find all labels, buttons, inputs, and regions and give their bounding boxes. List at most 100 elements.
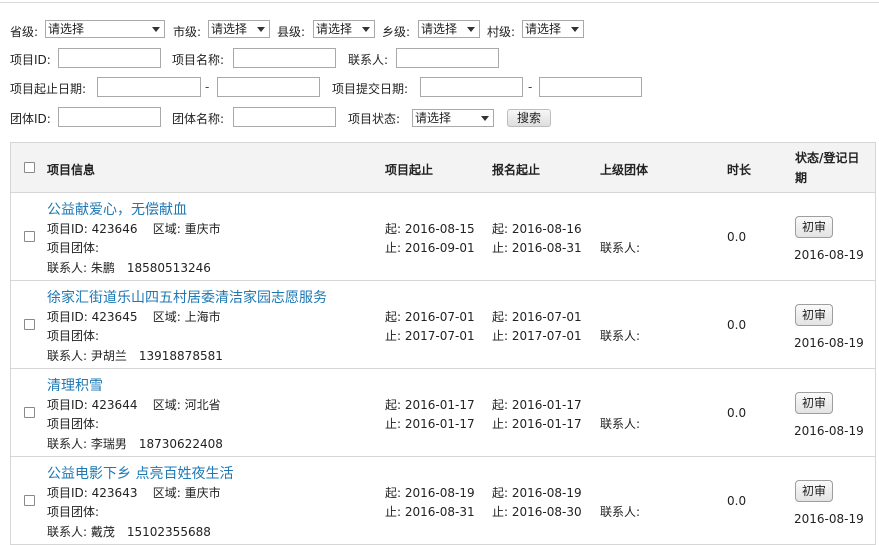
row-checkbox[interactable] bbox=[24, 231, 35, 242]
chevron-down-icon bbox=[362, 27, 370, 32]
parent-group-contact: 联系人: bbox=[600, 241, 641, 255]
review-button[interactable]: 初审 bbox=[795, 480, 833, 502]
duration-value: 0.0 bbox=[727, 406, 747, 420]
header-parent-group: 上级团体 bbox=[600, 163, 649, 177]
register-date: 2016-08-19 bbox=[794, 512, 864, 526]
signup-end: 止: 2016-08-30 bbox=[492, 505, 582, 519]
top-divider bbox=[0, 2, 879, 3]
submit-separator: - bbox=[528, 80, 533, 94]
header-info: 项目信息 bbox=[47, 163, 96, 177]
project-contact-line: 联系人: 尹胡兰 13918878581 bbox=[47, 349, 223, 363]
register-date: 2016-08-19 bbox=[794, 248, 864, 262]
table-row: 清理积雪 项目ID: 423644 区域: 河北省 项目团体: 联系人: 李瑞男… bbox=[11, 369, 875, 457]
row-checkbox[interactable] bbox=[24, 495, 35, 506]
project-contact-line: 联系人: 李瑞男 18730622408 bbox=[47, 437, 223, 451]
duration-value: 0.0 bbox=[727, 230, 747, 244]
header-project-period: 项目起止 bbox=[385, 163, 434, 177]
project-end: 止: 2016-09-01 bbox=[385, 241, 475, 255]
project-id-line: 项目ID: 423645 区域: 上海市 bbox=[47, 310, 221, 324]
county-label: 县级: bbox=[277, 25, 306, 39]
parent-group-contact: 联系人: bbox=[600, 505, 641, 519]
village-label: 村级: bbox=[487, 25, 516, 39]
project-title-link[interactable]: 公益电影下乡 点亮百姓夜生活 bbox=[47, 463, 233, 483]
header-duration: 时长 bbox=[727, 163, 752, 177]
project-end: 止: 2016-08-31 bbox=[385, 505, 475, 519]
project-id-line: 项目ID: 423643 区域: 重庆市 bbox=[47, 486, 221, 500]
duration-value: 0.0 bbox=[727, 318, 747, 332]
select-all-checkbox[interactable] bbox=[24, 162, 35, 173]
project-id-line: 项目ID: 423644 区域: 河北省 bbox=[47, 398, 221, 412]
project-start: 起: 2016-08-15 bbox=[385, 222, 475, 236]
signup-end: 止: 2017-07-01 bbox=[492, 329, 582, 343]
signup-end: 止: 2016-08-31 bbox=[492, 241, 582, 255]
project-id-label: 项目ID: bbox=[10, 53, 51, 67]
register-date: 2016-08-19 bbox=[794, 336, 864, 350]
submit-end-input[interactable] bbox=[539, 77, 642, 97]
header-status: 状态/登记日期 bbox=[795, 151, 860, 185]
town-label: 乡级: bbox=[382, 25, 411, 39]
period-start-input[interactable] bbox=[97, 77, 201, 97]
project-id-input[interactable] bbox=[58, 48, 161, 68]
table-body: 公益献爱心，无偿献血 项目ID: 423646 区域: 重庆市 项目团体: 联系… bbox=[11, 193, 875, 545]
project-end: 止: 2016-01-17 bbox=[385, 417, 475, 431]
chevron-down-icon bbox=[467, 27, 475, 32]
period-end-input[interactable] bbox=[217, 77, 320, 97]
status-label: 项目状态: bbox=[348, 112, 401, 126]
table-row: 公益献爱心，无偿献血 项目ID: 423646 区域: 重庆市 项目团体: 联系… bbox=[11, 193, 875, 281]
province-select[interactable]: 请选择 bbox=[45, 20, 165, 38]
chevron-down-icon bbox=[571, 27, 579, 32]
project-start: 起: 2016-08-19 bbox=[385, 486, 475, 500]
project-contact-line: 联系人: 朱鹏 18580513246 bbox=[47, 261, 211, 275]
project-end: 止: 2017-07-01 bbox=[385, 329, 475, 343]
register-date: 2016-08-19 bbox=[794, 424, 864, 438]
group-name-input[interactable] bbox=[233, 107, 336, 127]
project-group-line: 项目团体: bbox=[47, 417, 100, 431]
project-start: 起: 2016-07-01 bbox=[385, 310, 475, 324]
header-signup-period: 报名起止 bbox=[492, 163, 541, 177]
project-name-input[interactable] bbox=[233, 48, 336, 68]
submit-start-input[interactable] bbox=[420, 77, 523, 97]
review-button[interactable]: 初审 bbox=[795, 392, 833, 414]
project-title-link[interactable]: 徐家汇街道乐山四五村居委清洁家园志愿服务 bbox=[47, 287, 327, 307]
parent-group-contact: 联系人: bbox=[600, 417, 641, 431]
project-title-link[interactable]: 清理积雪 bbox=[47, 375, 103, 395]
city-label: 市级: bbox=[173, 25, 202, 39]
group-id-label: 团体ID: bbox=[10, 112, 51, 126]
project-table: 项目信息 项目起止 报名起止 上级团体 时长 状态/登记日期 公益献爱心，无偿献… bbox=[10, 142, 876, 545]
period-separator: - bbox=[205, 80, 210, 94]
table-row: 公益电影下乡 点亮百姓夜生活 项目ID: 423643 区域: 重庆市 项目团体… bbox=[11, 457, 875, 545]
table-row: 徐家汇街道乐山四五村居委清洁家园志愿服务 项目ID: 423645 区域: 上海… bbox=[11, 281, 875, 369]
status-select[interactable]: 请选择 bbox=[412, 109, 494, 127]
parent-group-contact: 联系人: bbox=[600, 329, 641, 343]
duration-value: 0.0 bbox=[727, 494, 747, 508]
row-checkbox[interactable] bbox=[24, 319, 35, 330]
city-select[interactable]: 请选择 bbox=[208, 20, 270, 38]
project-title-link[interactable]: 公益献爱心，无偿献血 bbox=[47, 199, 187, 219]
town-select[interactable]: 请选择 bbox=[418, 20, 480, 38]
period-label: 项目起止日期: bbox=[10, 82, 87, 96]
signup-start: 起: 2016-07-01 bbox=[492, 310, 582, 324]
signup-start: 起: 2016-08-16 bbox=[492, 222, 582, 236]
village-select[interactable]: 请选择 bbox=[522, 20, 584, 38]
project-group-line: 项目团体: bbox=[47, 329, 100, 343]
review-button[interactable]: 初审 bbox=[795, 304, 833, 326]
province-label: 省级: bbox=[10, 25, 39, 39]
project-name-label: 项目名称: bbox=[172, 53, 225, 67]
signup-start: 起: 2016-01-17 bbox=[492, 398, 582, 412]
review-button[interactable]: 初审 bbox=[795, 216, 833, 238]
signup-start: 起: 2016-08-19 bbox=[492, 486, 582, 500]
search-button[interactable]: 搜索 bbox=[507, 109, 551, 127]
signup-end: 止: 2016-01-17 bbox=[492, 417, 582, 431]
project-group-line: 项目团体: bbox=[47, 241, 100, 255]
row-checkbox[interactable] bbox=[24, 407, 35, 418]
project-start: 起: 2016-01-17 bbox=[385, 398, 475, 412]
table-header: 项目信息 项目起止 报名起止 上级团体 时长 状态/登记日期 bbox=[11, 143, 875, 193]
group-id-input[interactable] bbox=[58, 107, 161, 127]
contact-input[interactable] bbox=[396, 48, 499, 68]
contact-label: 联系人: bbox=[348, 53, 389, 67]
county-select[interactable]: 请选择 bbox=[313, 20, 375, 38]
project-contact-line: 联系人: 戴茂 15102355688 bbox=[47, 525, 211, 539]
group-name-label: 团体名称: bbox=[172, 112, 225, 126]
chevron-down-icon bbox=[257, 27, 265, 32]
submit-date-label: 项目提交日期: bbox=[332, 82, 409, 96]
